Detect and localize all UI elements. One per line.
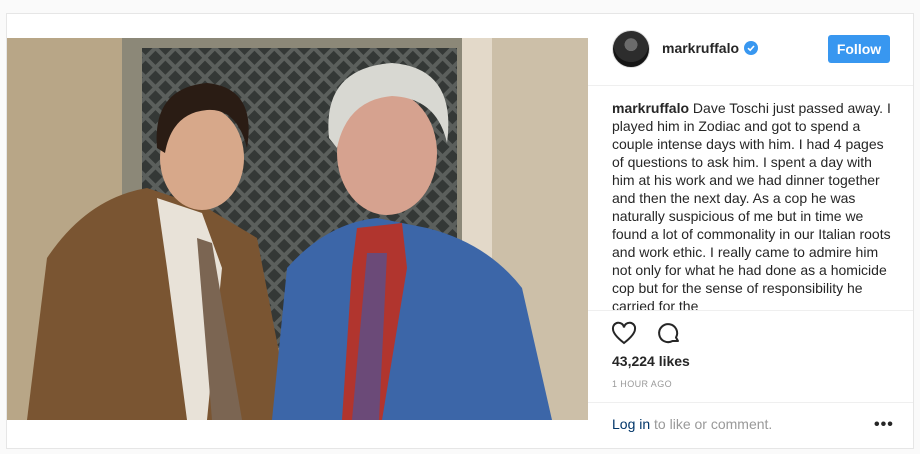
follow-button[interactable]: Follow xyxy=(828,35,890,63)
more-options-icon[interactable]: ••• xyxy=(874,416,894,434)
likes-count[interactable]: 43,224 likes xyxy=(612,353,690,369)
login-prompt-text: to like or comment. xyxy=(650,416,773,432)
post-caption: markruffalo Dave Toschi just passed away… xyxy=(612,99,894,311)
avatar[interactable] xyxy=(612,30,650,68)
caption-text: Dave Toschi just passed away. I played h… xyxy=(612,100,891,311)
post-footer: Log in to like or comment. ••• xyxy=(588,402,913,451)
photo-illustration xyxy=(7,38,588,420)
instagram-post-card: markruffalo Follow markruffalo Dave Tosc… xyxy=(6,13,914,449)
caption-username[interactable]: markruffalo xyxy=(612,100,689,116)
post-header: markruffalo Follow xyxy=(588,14,913,86)
post-photo[interactable] xyxy=(7,38,588,420)
verified-badge-icon xyxy=(744,41,758,55)
heart-icon[interactable] xyxy=(611,321,637,347)
login-link[interactable]: Log in xyxy=(612,416,650,432)
post-actions: 43,224 likes 1 HOUR AGO xyxy=(588,310,913,411)
comment-icon[interactable] xyxy=(656,321,682,347)
login-prompt: Log in to like or comment. xyxy=(612,416,772,432)
post-timestamp[interactable]: 1 HOUR AGO xyxy=(612,379,672,389)
username[interactable]: markruffalo xyxy=(662,40,739,56)
post-sidebar: markruffalo Follow markruffalo Dave Tosc… xyxy=(588,14,913,448)
